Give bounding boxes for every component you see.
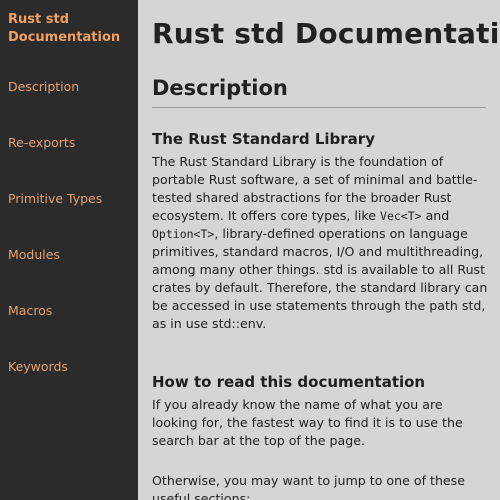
sidebar-item-re-exports[interactable]: Re-exports xyxy=(8,135,75,151)
library-text-3: , library-defined operations on language… xyxy=(152,226,488,331)
sidebar-item-primitive-types[interactable]: Primitive Types xyxy=(8,191,102,207)
section-heading-description: Description xyxy=(152,76,288,100)
library-text-2: and xyxy=(421,208,450,223)
paragraph-standard-library: The Rust Standard Library is the foundat… xyxy=(152,153,492,333)
sidebar-title[interactable]: Rust std Documentation xyxy=(8,11,133,47)
main-content: Rust std Documentation Description The R… xyxy=(138,0,500,500)
docs-page: Rust std Documentation Description Re-ex… xyxy=(0,0,500,500)
sidebar-item-modules[interactable]: Modules xyxy=(8,247,60,263)
sidebar-item-keywords[interactable]: Keywords xyxy=(8,359,68,375)
paragraph-how-to-read: If you already know the name of what you… xyxy=(152,397,463,448)
paragraph-otherwise: Otherwise, you may want to jump to one o… xyxy=(152,473,465,500)
sidebar: Rust std Documentation Description Re-ex… xyxy=(0,0,138,500)
sidebar-item-description[interactable]: Description xyxy=(8,79,79,95)
code-option: Option<T> xyxy=(152,227,215,241)
heading-how-to-read: How to read this documentation xyxy=(152,373,426,391)
section-divider xyxy=(152,107,486,108)
page-title: Rust std Documentation xyxy=(152,17,500,50)
sidebar-item-macros[interactable]: Macros xyxy=(8,303,52,319)
code-vec: Vec<T> xyxy=(380,209,422,223)
heading-standard-library: The Rust Standard Library xyxy=(152,130,375,148)
